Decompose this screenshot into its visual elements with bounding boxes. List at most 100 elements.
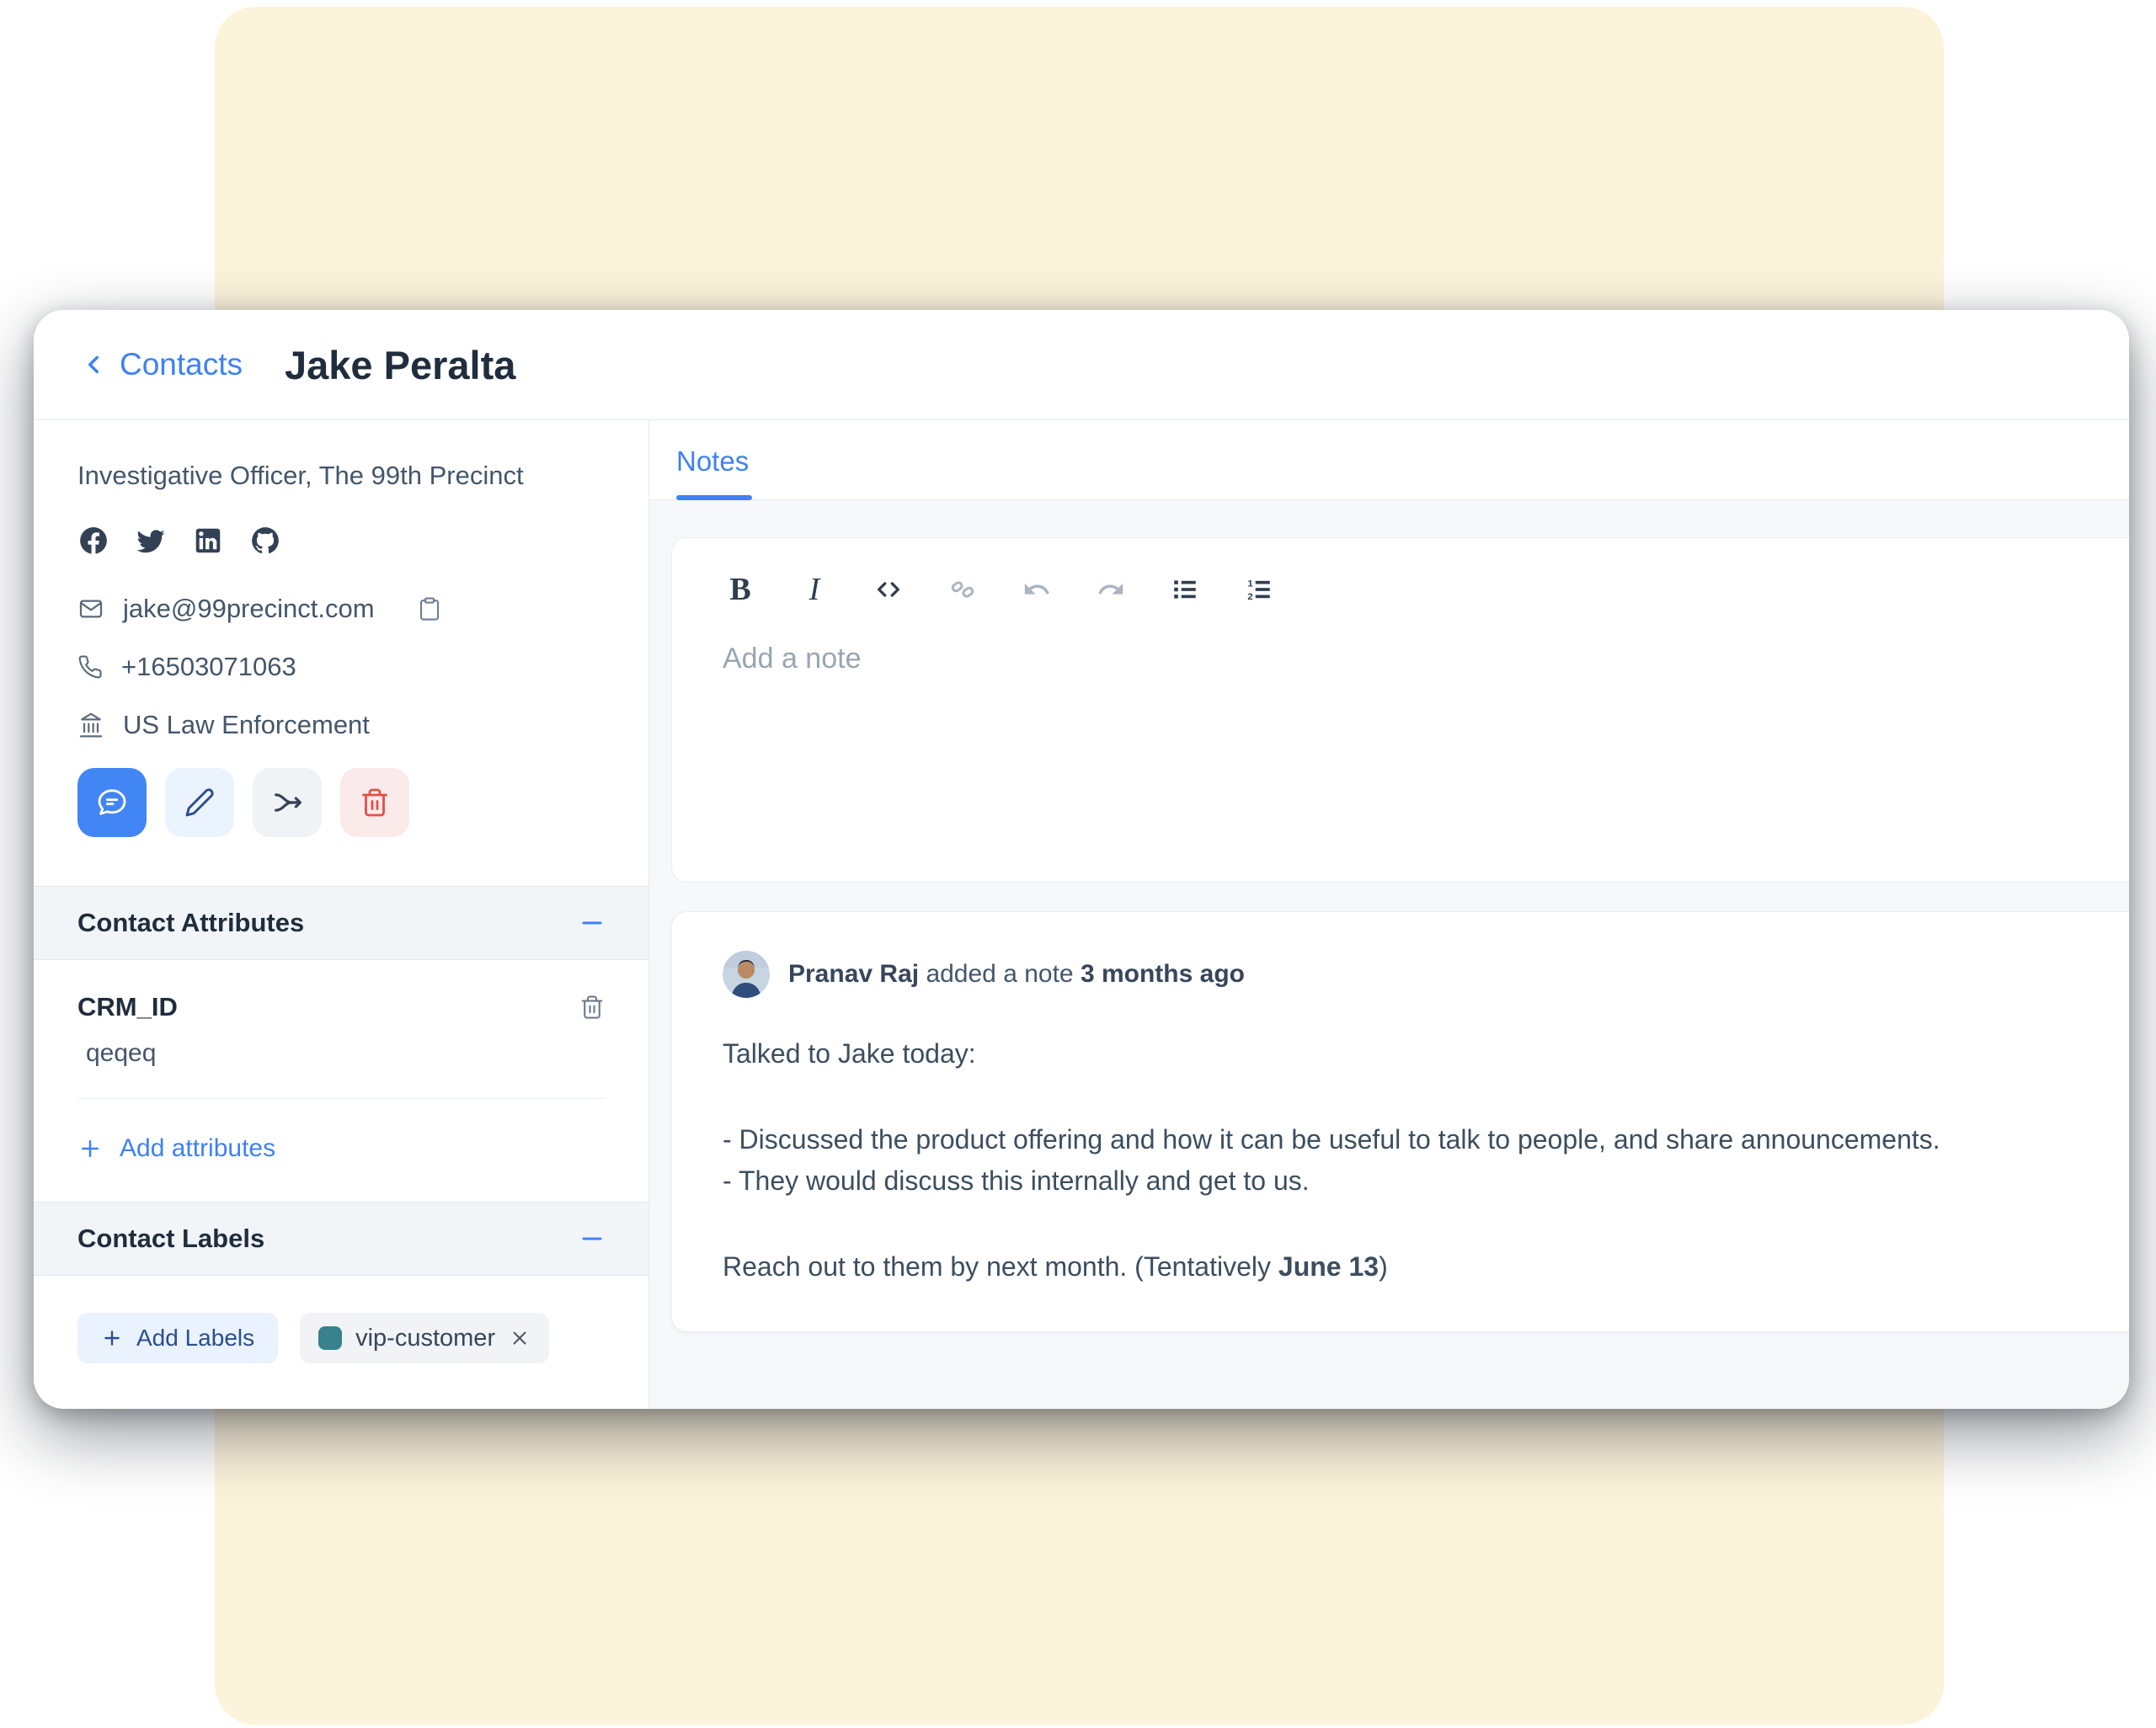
redo-icon <box>1097 575 1125 604</box>
trash-icon <box>360 787 390 818</box>
code-icon <box>874 575 903 604</box>
tab-notes[interactable]: Notes <box>676 445 752 499</box>
chat-bubble-icon <box>95 786 129 819</box>
merge-contact-button[interactable] <box>253 768 322 837</box>
close-icon <box>509 1327 531 1349</box>
contact-attributes-title: Contact Attributes <box>77 908 304 938</box>
contact-company-row: US Law Enforcement <box>77 710 605 740</box>
remove-label-button[interactable] <box>509 1327 531 1349</box>
attribute-item: CRM_ID qeqeq <box>34 960 648 1099</box>
card-header: Contacts Jake Peralta <box>34 310 2129 420</box>
add-labels-label: Add Labels <box>136 1325 254 1352</box>
contact-labels-title: Contact Labels <box>77 1224 264 1254</box>
tab-bar: Notes <box>649 420 2129 500</box>
notes-panel: Notes B I <box>649 420 2129 1409</box>
bullet-list-button[interactable] <box>1167 572 1203 607</box>
facebook-icon[interactable] <box>77 525 109 557</box>
chevron-left-icon <box>79 350 108 379</box>
note-bold-date: June 13 <box>1278 1251 1379 1282</box>
note-timestamp: 3 months ago <box>1081 960 1245 988</box>
page-title: Jake Peralta <box>285 342 515 388</box>
redo-button[interactable] <box>1093 572 1129 607</box>
contact-email-row: jake@99precinct.com <box>77 594 605 624</box>
note-input[interactable]: Add a note <box>723 643 2129 777</box>
contact-attributes-header: Contact Attributes <box>34 886 648 960</box>
phone-icon <box>77 654 103 680</box>
avatar <box>723 951 770 998</box>
note-line: - Discussed the product offering and how… <box>723 1119 2079 1161</box>
label-chip: vip-customer <box>300 1313 549 1363</box>
italic-icon: I <box>809 571 820 608</box>
contact-detail-card: Contacts Jake Peralta Investigative Offi… <box>34 310 2129 1409</box>
minus-icon <box>579 910 605 936</box>
contact-sidebar: Investigative Officer, The 99th Precinct <box>34 420 649 1409</box>
back-to-contacts-link[interactable]: Contacts <box>79 347 243 382</box>
collapse-labels-button[interactable] <box>579 1226 605 1251</box>
label-chip-text: vip-customer <box>355 1325 495 1352</box>
editor-toolbar: B I <box>723 572 2129 607</box>
contact-profile: Investigative Officer, The 99th Precinct <box>34 420 648 886</box>
contact-phone[interactable]: +16503071063 <box>121 652 296 682</box>
pencil-icon <box>184 787 215 818</box>
code-button[interactable] <box>871 572 906 607</box>
github-icon[interactable] <box>249 525 281 557</box>
italic-button[interactable]: I <box>797 572 832 607</box>
ordered-list-button[interactable]: 12 <box>1241 572 1277 607</box>
labels-row: Add Labels vip-customer <box>34 1276 648 1400</box>
company-icon <box>77 712 104 739</box>
delete-attribute-button[interactable] <box>579 995 605 1020</box>
note-line: Talked to Jake today: <box>723 1033 2079 1075</box>
twitter-icon[interactable] <box>135 525 167 557</box>
note-card: Pranav Raj added a note 3 months ago Tal… <box>671 911 2129 1332</box>
page: Contacts Jake Peralta Investigative Offi… <box>0 0 2156 1728</box>
contact-bio: Investigative Officer, The 99th Precinct <box>77 459 605 493</box>
merge-arrows-icon <box>270 786 304 819</box>
contact-company: US Law Enforcement <box>123 710 370 740</box>
tab-notes-label: Notes <box>676 445 749 477</box>
note-header: Pranav Raj added a note 3 months ago <box>723 951 2079 998</box>
notes-body: B I <box>649 500 2129 1409</box>
email-icon <box>77 595 104 622</box>
note-editor-card: B I <box>671 537 2129 883</box>
note-author: Pranav Raj <box>788 960 919 988</box>
copy-email-button[interactable] <box>417 596 442 621</box>
label-color-swatch <box>318 1326 342 1350</box>
svg-text:1: 1 <box>1247 579 1252 589</box>
back-link-label: Contacts <box>120 347 243 382</box>
note-action: added a note <box>926 960 1073 988</box>
link-button[interactable] <box>945 572 980 607</box>
contact-actions-row <box>77 768 605 837</box>
add-labels-button[interactable]: Add Labels <box>77 1313 278 1363</box>
note-line: - They would discuss this internally and… <box>723 1160 2079 1203</box>
ordered-list-icon: 12 <box>1245 575 1273 604</box>
active-tab-indicator <box>676 495 752 500</box>
bold-button[interactable]: B <box>723 572 758 607</box>
add-attributes-button[interactable]: Add attributes <box>34 1099 648 1202</box>
delete-contact-button[interactable] <box>340 768 409 837</box>
note-line: Reach out to them by next month. (Tentat… <box>723 1246 2079 1288</box>
undo-icon <box>1022 575 1051 604</box>
contact-phone-row: +16503071063 <box>77 652 605 682</box>
bold-icon: B <box>729 571 750 608</box>
plus-icon <box>101 1327 123 1349</box>
contact-email[interactable]: jake@99precinct.com <box>123 594 375 624</box>
contact-labels-header: Contact Labels <box>34 1202 648 1276</box>
collapse-attributes-button[interactable] <box>579 910 605 936</box>
minus-icon <box>579 1226 605 1251</box>
edit-contact-button[interactable] <box>165 768 234 837</box>
card-body: Investigative Officer, The 99th Precinct <box>34 420 2129 1409</box>
social-links-row <box>77 525 605 557</box>
trash-icon <box>579 995 605 1020</box>
svg-text:2: 2 <box>1247 592 1252 602</box>
attribute-name: CRM_ID <box>77 992 178 1022</box>
bullet-list-icon <box>1171 575 1199 604</box>
add-attributes-label: Add attributes <box>120 1134 275 1163</box>
note-meta: Pranav Raj added a note 3 months ago <box>788 960 1245 989</box>
new-conversation-button[interactable] <box>77 768 147 837</box>
undo-button[interactable] <box>1019 572 1054 607</box>
plus-icon <box>77 1136 103 1161</box>
note-body: Talked to Jake today: - Discussed the pr… <box>723 1033 2079 1288</box>
linkedin-icon[interactable] <box>192 525 224 557</box>
attribute-value[interactable]: qeqeq <box>86 1039 605 1068</box>
link-icon <box>948 575 977 604</box>
